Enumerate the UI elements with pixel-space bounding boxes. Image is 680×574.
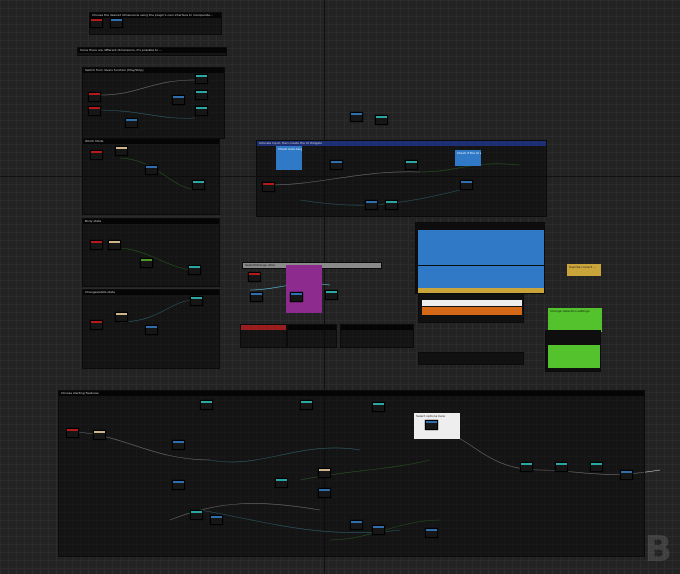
function-node[interactable] xyxy=(195,90,208,100)
function-node[interactable] xyxy=(405,160,418,170)
function-node[interactable] xyxy=(620,470,633,480)
function-node[interactable] xyxy=(375,115,388,125)
function-node[interactable] xyxy=(425,420,438,430)
function-node[interactable] xyxy=(590,462,603,472)
function-node[interactable] xyxy=(318,468,331,478)
comment-box[interactable]: Choose the desired dimensions using the … xyxy=(89,12,222,35)
function-node[interactable] xyxy=(172,440,185,450)
event-node[interactable] xyxy=(262,182,275,192)
function-node[interactable] xyxy=(330,160,343,170)
function-node[interactable] xyxy=(210,515,223,525)
note-green[interactable]: Change detection settings xyxy=(548,308,602,332)
function-node[interactable] xyxy=(372,525,385,535)
function-node[interactable] xyxy=(460,180,473,190)
comment-header: Body state xyxy=(83,219,219,224)
function-node[interactable] xyxy=(425,528,438,538)
function-node[interactable] xyxy=(115,312,128,322)
function-node[interactable] xyxy=(200,400,213,410)
function-node[interactable] xyxy=(275,478,288,488)
function-node[interactable] xyxy=(195,74,208,84)
info-row xyxy=(418,251,544,258)
function-node[interactable] xyxy=(93,430,106,440)
event-node[interactable] xyxy=(66,428,79,438)
function-node[interactable] xyxy=(195,106,208,116)
info-row xyxy=(418,266,544,280)
function-node[interactable] xyxy=(172,480,185,490)
function-node[interactable] xyxy=(250,292,263,302)
function-node[interactable] xyxy=(192,180,205,190)
function-node[interactable] xyxy=(110,18,123,28)
function-node[interactable] xyxy=(350,112,363,122)
function-node[interactable] xyxy=(108,240,121,250)
comment-header xyxy=(241,325,286,330)
info-panel xyxy=(418,352,524,365)
function-node[interactable] xyxy=(125,118,138,128)
event-node[interactable] xyxy=(90,240,103,250)
info-row xyxy=(548,345,600,352)
event-node[interactable] xyxy=(90,150,103,160)
comment-box[interactable]: Body state xyxy=(82,218,220,287)
comment-box[interactable]: Choose starting Features xyxy=(58,390,645,557)
note-blue[interactable]: Check Auto-target xyxy=(276,146,302,170)
function-node[interactable] xyxy=(290,292,303,302)
function-node[interactable] xyxy=(385,200,398,210)
function-node[interactable] xyxy=(300,400,313,410)
comment-header xyxy=(341,325,413,330)
info-row xyxy=(418,237,544,244)
function-node[interactable] xyxy=(555,462,568,472)
function-node[interactable] xyxy=(350,520,363,530)
comment-header: Changes/stats state xyxy=(83,290,219,295)
function-node[interactable] xyxy=(172,95,185,105)
comment-box[interactable] xyxy=(240,324,287,348)
function-node[interactable] xyxy=(372,402,385,412)
note-purple[interactable] xyxy=(286,265,322,313)
comment-header xyxy=(288,325,336,330)
function-node[interactable] xyxy=(145,165,158,175)
function-node[interactable] xyxy=(520,462,533,472)
note-yellow[interactable]: Use the correct ... xyxy=(567,264,601,276)
info-row xyxy=(422,307,522,315)
function-node[interactable] xyxy=(145,325,158,335)
watermark-logo: B xyxy=(644,529,674,570)
event-node[interactable] xyxy=(88,106,101,116)
function-node[interactable] xyxy=(190,510,203,520)
event-node[interactable] xyxy=(248,272,261,282)
comment-box[interactable] xyxy=(287,324,337,348)
comment-header: Choose starting Features xyxy=(59,391,644,396)
comment-header: Switch from divers function (Play/Stop) xyxy=(83,68,224,73)
note-blue[interactable]: Check if the UI exists xyxy=(455,150,481,166)
info-row xyxy=(422,300,522,306)
event-node[interactable] xyxy=(88,92,101,102)
comment-box[interactable]: Since there are different dimensions, it… xyxy=(77,47,227,56)
event-node[interactable] xyxy=(90,18,103,28)
function-node[interactable] xyxy=(318,488,331,498)
info-row xyxy=(548,352,600,368)
info-row xyxy=(418,258,544,265)
function-node[interactable] xyxy=(115,146,128,156)
function-node[interactable] xyxy=(325,290,338,300)
comment-header: Which Mode xyxy=(83,139,219,144)
info-row xyxy=(418,230,544,237)
comment-box[interactable] xyxy=(340,324,414,348)
info-row xyxy=(418,280,544,288)
function-node[interactable] xyxy=(365,200,378,210)
function-node[interactable] xyxy=(188,265,201,275)
comment-header: Since there are different dimensions, it… xyxy=(78,48,226,53)
function-node[interactable] xyxy=(140,258,153,268)
function-node[interactable] xyxy=(190,296,203,306)
info-row xyxy=(418,244,544,251)
event-node[interactable] xyxy=(90,320,103,330)
